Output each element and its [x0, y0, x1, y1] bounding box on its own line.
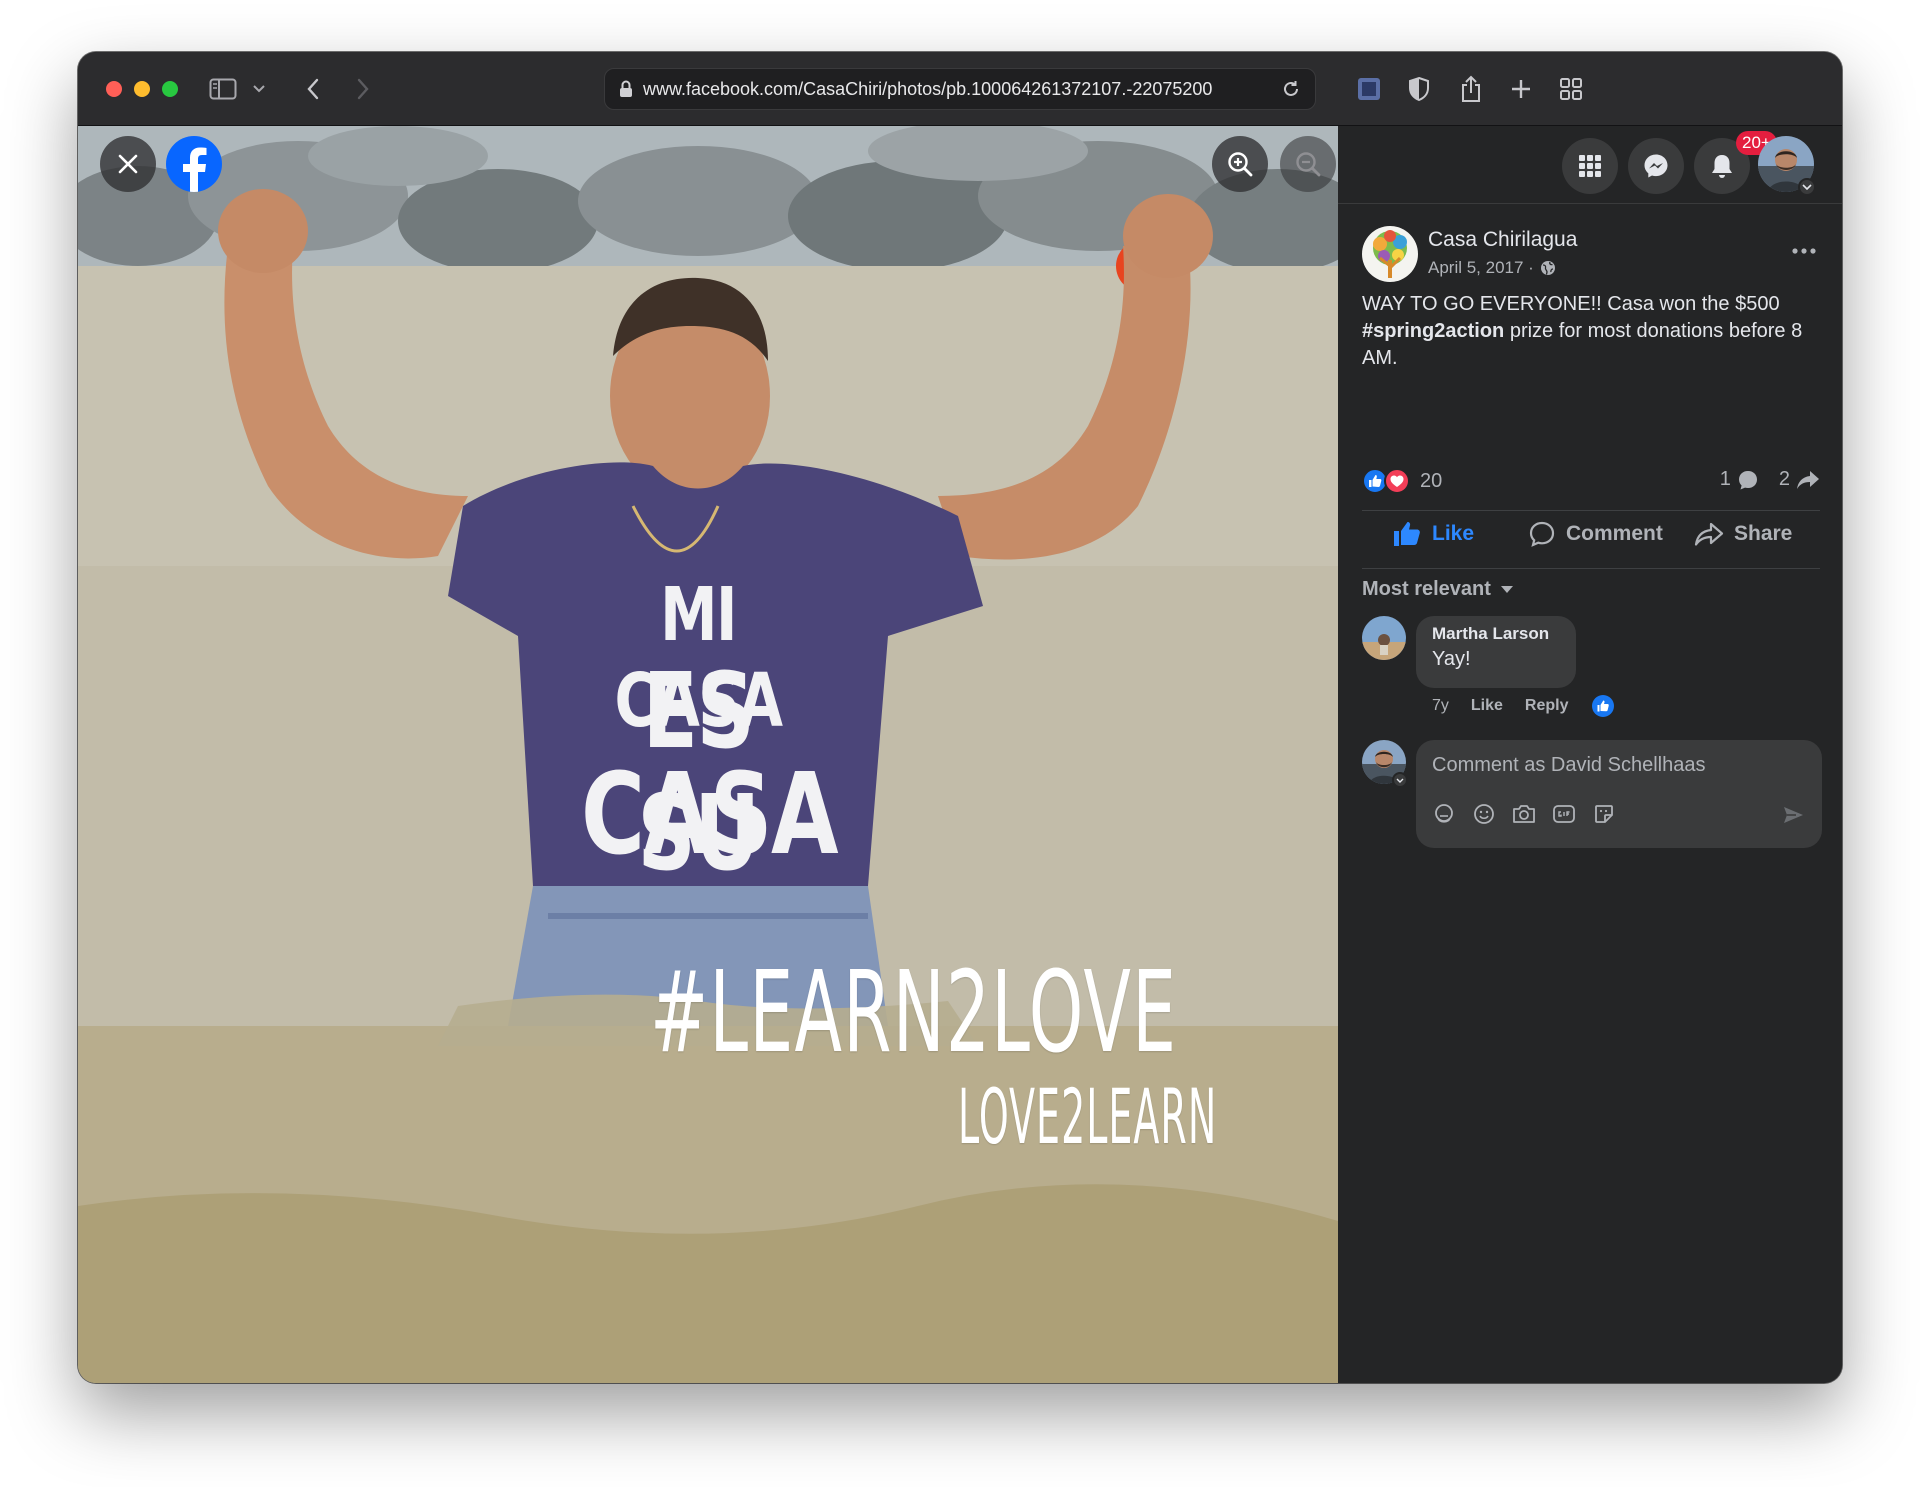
post-message: WAY TO GO EVERYONE!! Casa won the $500 #…: [1362, 291, 1822, 372]
comment-reply-button[interactable]: Reply: [1525, 697, 1569, 715]
comment-sort-dropdown[interactable]: Most relevant: [1362, 578, 1513, 601]
comment-composer[interactable]: Comment as David Schellhaas: [1416, 740, 1822, 848]
reaction-count[interactable]: 20: [1420, 470, 1442, 493]
engagement-counts: 1 2: [1720, 468, 1820, 491]
facebook-f-icon: [183, 147, 207, 192]
comment-count[interactable]: 1: [1720, 468, 1731, 491]
sticker-icon[interactable]: [1592, 802, 1616, 826]
user-switch-chevron-icon[interactable]: [1392, 772, 1408, 788]
messenger-button[interactable]: [1628, 138, 1684, 194]
extension-icon[interactable]: [1352, 72, 1386, 106]
post-date[interactable]: April 5, 2017 ·: [1428, 258, 1556, 278]
thumbs-up-icon: [1394, 522, 1420, 546]
more-options-icon: [1792, 248, 1816, 254]
url-text[interactable]: www.facebook.com/CasaChiri/photos/pb.100…: [643, 79, 1281, 100]
watermark-learn2love: #LEARN2LOVE: [650, 948, 1178, 1078]
tab-overview-icon[interactable]: [1554, 72, 1588, 106]
comment-age[interactable]: 7y: [1432, 697, 1449, 715]
close-window-button[interactable]: [106, 81, 122, 97]
globe-icon: [1540, 261, 1555, 275]
sidebar-toggle-icon[interactable]: [206, 72, 240, 106]
forward-button[interactable]: [346, 72, 380, 106]
send-comment-button[interactable]: [1780, 802, 1806, 828]
zoom-window-button[interactable]: [162, 81, 178, 97]
post-panel: 20+ Casa Chirilagua April 5, 2017 · WAY …: [1338, 126, 1842, 1383]
share-count[interactable]: 2: [1779, 468, 1790, 491]
close-photo-button[interactable]: [100, 136, 156, 192]
minimize-window-button[interactable]: [134, 81, 150, 97]
reactions-summary: 20 1 2: [1362, 466, 1820, 496]
comment-text: Yay!: [1432, 648, 1471, 670]
love-reaction-icon: [1384, 468, 1410, 494]
privacy-shield-icon[interactable]: [1402, 72, 1436, 106]
grid-menu-icon: [1579, 155, 1601, 177]
post-options-button[interactable]: [1784, 236, 1824, 266]
chevron-down-icon[interactable]: [242, 72, 276, 106]
send-icon: [1784, 807, 1803, 823]
account-chevron-icon[interactable]: [1798, 178, 1816, 196]
gif-icon[interactable]: [1552, 802, 1576, 826]
comment-bubble: Martha Larson Yay!: [1416, 616, 1576, 688]
reaction-icons[interactable]: 20: [1362, 468, 1442, 494]
share-button[interactable]: Share: [1694, 514, 1792, 554]
watermark-love2learn: LOVE2LEARN: [958, 1072, 1218, 1161]
messenger-icon: [1644, 154, 1668, 178]
zoom-out-button[interactable]: [1280, 136, 1336, 192]
new-tab-icon[interactable]: [1504, 72, 1538, 106]
post-date-text: April 5, 2017 ·: [1428, 258, 1534, 277]
back-button[interactable]: [296, 72, 330, 106]
camera-icon[interactable]: [1512, 802, 1536, 826]
emoji-icon[interactable]: [1472, 802, 1496, 826]
comment-author[interactable]: Martha Larson: [1432, 624, 1560, 644]
close-icon: [118, 154, 138, 174]
page-avatar[interactable]: [1362, 226, 1418, 282]
zoom-out-icon: [1296, 152, 1321, 177]
divider: [1362, 568, 1820, 569]
post-author[interactable]: Casa Chirilagua: [1428, 228, 1577, 252]
like-button[interactable]: Like: [1392, 514, 1474, 554]
comment-button[interactable]: Comment: [1528, 514, 1663, 554]
comment-label: Comment: [1566, 522, 1663, 545]
lock-icon: [620, 80, 632, 97]
facebook-logo[interactable]: [166, 136, 222, 192]
share-icon[interactable]: [1454, 72, 1488, 106]
like-label: Like: [1432, 522, 1475, 545]
reload-icon[interactable]: [1281, 79, 1301, 99]
comment-icon: [1529, 521, 1555, 547]
address-bar[interactable]: www.facebook.com/CasaChiri/photos/pb.100…: [604, 68, 1316, 110]
browser-window: www.facebook.com/CasaChiri/photos/pb.100…: [78, 52, 1842, 1383]
facebook-top-nav: 20+: [1338, 126, 1842, 204]
share-label: Share: [1734, 522, 1793, 545]
comment-actions: 7y Like Reply: [1432, 694, 1615, 718]
post-text-start: WAY TO GO EVERYONE!! Casa won the $500: [1362, 293, 1780, 315]
share-arrow-icon: [1797, 470, 1819, 489]
browser-toolbar: www.facebook.com/CasaChiri/photos/pb.100…: [78, 52, 1842, 126]
avatar-sticker-icon[interactable]: [1432, 802, 1456, 826]
bell-icon: [1712, 155, 1732, 178]
sort-label: Most relevant: [1362, 578, 1491, 600]
comment-like-reaction-icon: [1591, 695, 1614, 717]
commenter-avatar[interactable]: [1362, 616, 1406, 660]
zoom-in-button[interactable]: [1212, 136, 1268, 192]
comment-bubble-icon: [1738, 470, 1757, 489]
caret-down-icon: [1500, 585, 1513, 593]
comment-like-button[interactable]: Like: [1471, 697, 1503, 715]
menu-button[interactable]: [1562, 138, 1618, 194]
divider: [1362, 510, 1820, 511]
share-icon: [1694, 522, 1724, 546]
shirt-text-line-3: CASA: [581, 750, 839, 880]
photo-viewer[interactable]: MI CASA ES SU CASA #LEARN2LOVE LOVE2LEAR…: [78, 126, 1338, 1383]
post-hashtag[interactable]: #spring2action: [1362, 320, 1504, 342]
comment-input-placeholder[interactable]: Comment as David Schellhaas: [1432, 754, 1705, 777]
composer-tools: [1432, 802, 1616, 826]
zoom-in-icon: [1228, 152, 1253, 177]
